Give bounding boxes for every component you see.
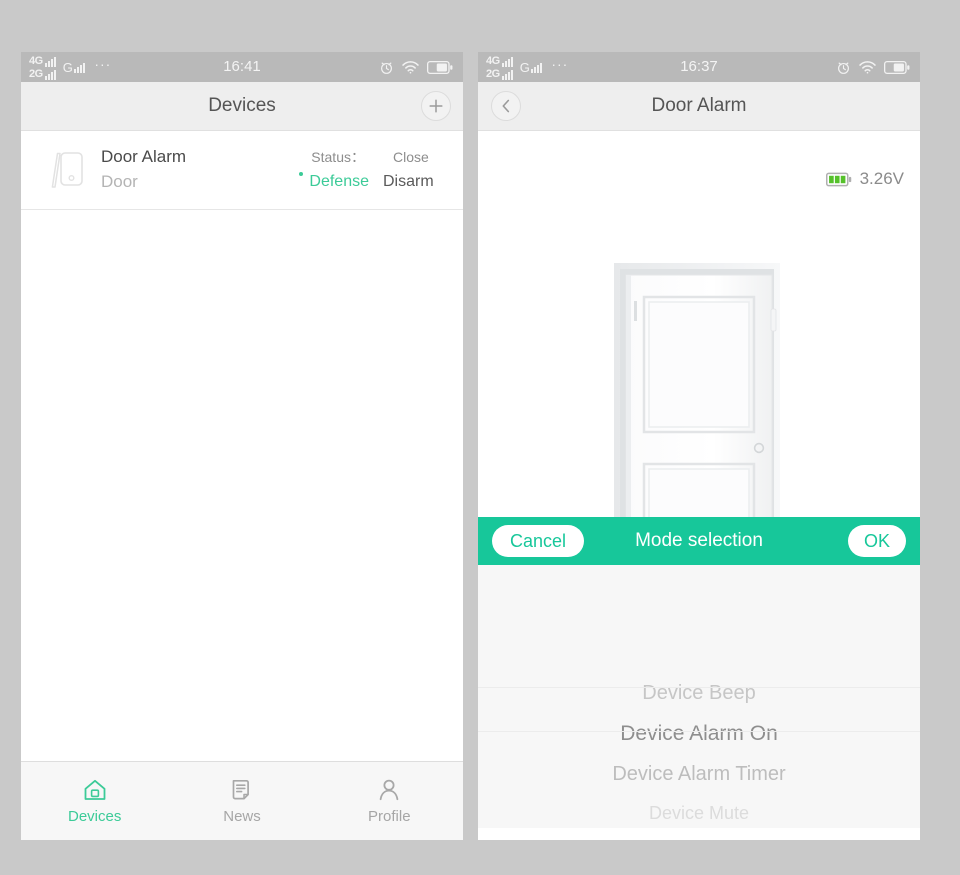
device-subtitle: Door	[101, 172, 138, 191]
picker-toolbar: Cancel Mode selection OK	[478, 517, 920, 565]
page-title-devices: Devices	[208, 95, 276, 116]
battery-icon	[427, 60, 453, 74]
device-battery-indicator: 3.26V	[825, 169, 904, 189]
tab-news-label: News	[223, 808, 261, 825]
person-icon	[380, 779, 399, 801]
device-list: Door Alarm Door Status： Close Defense Di…	[21, 131, 463, 210]
device-mode-row: Defense Disarm	[299, 169, 445, 195]
alarm-clock-icon	[838, 61, 849, 74]
wifi-icon	[859, 60, 876, 74]
mode-selection-picker: Cancel Mode selection OK Device Beep Dev…	[478, 517, 920, 840]
tab-profile-label: Profile	[368, 808, 411, 825]
device-icon-wrapper	[41, 147, 93, 193]
phone-screen-door-alarm: 4G 2G G ··· 16:37 Door Alarm 3.26V Cance…	[478, 52, 920, 840]
battery-voltage-value: 3.26V	[859, 169, 904, 188]
bottom-tab-bar: Devices News Profile	[21, 761, 463, 840]
status-bar-right-cluster-2	[836, 52, 910, 82]
tab-news[interactable]: News	[168, 762, 315, 840]
device-name: Door Alarm	[101, 147, 187, 166]
status-label: Status：	[311, 149, 365, 165]
phone-screen-devices: 4G 2G G ··· 16:41 Devices Door Alarm Doo…	[21, 52, 463, 840]
home-icon	[84, 779, 106, 800]
device-status-row: Status： Close	[299, 145, 445, 169]
status-value: Close	[393, 149, 429, 165]
white-door-illustration	[614, 263, 780, 559]
nav-bar-devices: Devices	[21, 82, 463, 131]
picker-selection-divider-top	[478, 687, 920, 688]
device-name-block: Door Alarm Door	[93, 145, 299, 195]
news-icon	[232, 779, 249, 800]
status-bar-left: 4G 2G G ··· 16:41	[21, 52, 463, 82]
tab-devices[interactable]: Devices	[21, 762, 168, 840]
chevron-left-icon	[502, 99, 510, 113]
door-alarm-detail: 3.26V Cancel Mode selection OK Device Be…	[478, 131, 920, 840]
mode-picker-wheel[interactable]: Device Beep Device Alarm On Device Alarm…	[478, 565, 920, 840]
tab-devices-label: Devices	[67, 808, 122, 825]
status-bar-right-cluster	[379, 52, 453, 82]
alarm-clock-icon	[381, 61, 392, 74]
mode-disarm-button[interactable]: Disarm	[383, 169, 445, 195]
picker-option-device-beep[interactable]: Device Beep	[478, 673, 920, 713]
device-list-item-door-alarm[interactable]: Door Alarm Door Status： Close Defense Di…	[21, 131, 463, 209]
picker-option-device-alarm-on[interactable]: Device Alarm On	[478, 713, 920, 754]
battery-level-icon	[825, 172, 851, 186]
back-button[interactable]	[491, 91, 521, 121]
picker-selection-divider-bottom	[478, 731, 920, 732]
picker-footer-spacer	[478, 828, 920, 840]
wifi-icon	[402, 60, 419, 74]
picker-cancel-button[interactable]: Cancel	[492, 525, 585, 557]
add-device-button[interactable]	[421, 91, 451, 121]
devices-list-content: Door Alarm Door Status： Close Defense Di…	[21, 131, 463, 840]
tab-profile[interactable]: Profile	[316, 762, 463, 840]
status-bar-right: 4G 2G G ··· 16:37	[478, 52, 920, 82]
mode-defense-button[interactable]: Defense	[299, 169, 369, 195]
picker-option-device-mute[interactable]: Device Mute	[478, 794, 920, 832]
battery-icon	[884, 60, 910, 74]
picker-option-device-alarm-timer[interactable]: Device Alarm Timer	[478, 754, 920, 794]
page-title-door-alarm: Door Alarm	[651, 95, 747, 116]
door-sensor-icon	[51, 152, 83, 188]
plus-icon	[429, 99, 443, 113]
device-list-empty-area	[21, 210, 463, 840]
picker-ok-button[interactable]: OK	[847, 525, 906, 557]
screenshot-stage: 4G 2G G ··· 16:41 Devices Door Alarm Doo…	[0, 0, 960, 875]
nav-bar-door-alarm: Door Alarm	[478, 82, 920, 131]
device-status-block: Status： Close Defense Disarm	[299, 145, 445, 195]
